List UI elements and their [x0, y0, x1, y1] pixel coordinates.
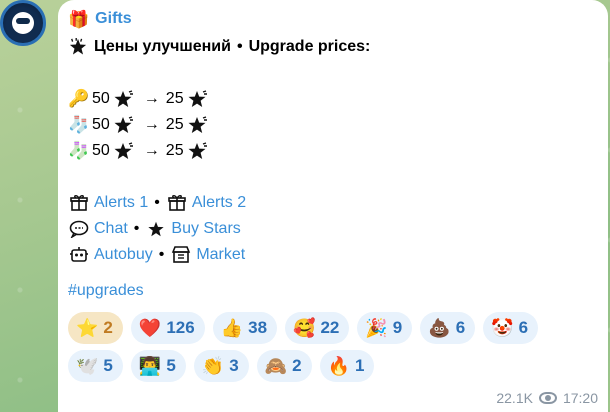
avatar-mascot-icon [12, 12, 34, 34]
price-to: 25 [165, 90, 184, 107]
view-count: 22.1K [496, 390, 533, 406]
reaction-dove[interactable]: 🕊️ 5 [68, 350, 123, 382]
reactions-bar: ⭐ 2 ❤️ 126 👍 38 🥰 22 🎉 9 💩 6 🤡 6 🕊️ [68, 312, 568, 382]
reaction-count: 126 [166, 318, 195, 337]
market-stall-icon [170, 245, 192, 265]
star-icon: ⭐ [76, 318, 99, 338]
dove-icon: 🕊️ [76, 356, 99, 376]
heart-icon: ❤️ [138, 318, 162, 338]
message-bubble: 🎁 Gifts Цены улучшений • Upgrade prices:… [58, 0, 608, 412]
star-icon [188, 90, 208, 108]
fire-icon: 🔥 [327, 356, 350, 376]
reaction-count: 2 [103, 318, 113, 337]
message-sender[interactable]: 🎁 Gifts [68, 8, 598, 30]
socks-icon: 🧦 [68, 115, 90, 134]
star-icon [188, 142, 208, 160]
hashtag-link[interactable]: #upgrades [68, 278, 598, 304]
star-icon [188, 116, 208, 134]
reaction-star[interactable]: ⭐ 2 [68, 312, 123, 344]
clown-icon: 🤡 [491, 318, 514, 338]
headline-separator: • [236, 38, 243, 55]
alerts2-link[interactable]: Alerts 2 [192, 194, 246, 212]
reaction-count: 5 [103, 356, 113, 375]
sparkle-star-icon [68, 37, 88, 57]
party-popper-icon: 🎉 [365, 318, 388, 338]
reaction-heart[interactable]: ❤️ 126 [130, 312, 205, 344]
reaction-fire[interactable]: 🔥 1 [319, 350, 375, 382]
star-icon [114, 142, 134, 160]
poop-icon: 💩 [428, 318, 451, 338]
clapping-icon: 👏 [201, 356, 225, 376]
arrow: → [143, 142, 160, 159]
headline-ru: Цены улучшений [94, 38, 231, 55]
sock-pink-icon: 🧦 [68, 141, 90, 160]
smiling-hearts-icon: 🥰 [293, 318, 316, 338]
headline-en: Upgrade prices: [248, 38, 371, 55]
thumbs-up-icon: 👍 [220, 318, 244, 338]
technologist-icon: 👨‍💻 [138, 356, 162, 376]
star-icon [114, 116, 134, 134]
arrow: → [143, 116, 160, 133]
gift-box-icon [166, 193, 188, 213]
reaction-count: 9 [392, 318, 403, 337]
robot-icon [68, 245, 90, 265]
eye-icon [538, 392, 557, 404]
link-separator: • [133, 220, 140, 237]
link-separator: • [154, 194, 160, 211]
chat-bubble-icon [68, 219, 90, 239]
reaction-count: 1 [354, 356, 365, 375]
channel-avatar[interactable] [0, 0, 46, 46]
price-row: 🧦 50 → 25 [68, 112, 598, 138]
links-row-alerts: Alerts 1 • Alerts 2 [68, 190, 598, 216]
reaction-count: 5 [166, 356, 176, 375]
reaction-smiling-hearts[interactable]: 🥰 22 [285, 312, 350, 344]
link-separator: • [158, 246, 165, 263]
price-from: 50 [92, 116, 110, 133]
sparkle-star-icon [145, 219, 167, 239]
star-icon [114, 90, 134, 108]
reaction-count: 22 [320, 318, 340, 337]
gift-icon: 🎁 [68, 9, 90, 29]
price-to: 25 [165, 142, 184, 159]
price-row: 🧦 50 → 25 [68, 138, 598, 164]
price-from: 50 [92, 142, 110, 159]
reaction-count: 2 [292, 356, 302, 375]
autobuy-link[interactable]: Autobuy [94, 246, 153, 264]
reaction-count: 6 [518, 318, 529, 337]
price-to: 25 [165, 116, 184, 133]
reaction-count: 38 [248, 318, 268, 337]
reaction-technologist[interactable]: 👨‍💻 5 [130, 350, 186, 382]
reaction-count: 3 [229, 356, 239, 375]
reaction-party-popper[interactable]: 🎉 9 [357, 312, 413, 344]
reaction-poop[interactable]: 💩 6 [420, 312, 476, 344]
headline: Цены улучшений • Upgrade prices: [68, 34, 598, 60]
links-row-chat: Chat • Buy Stars [68, 216, 598, 242]
reaction-clown[interactable]: 🤡 6 [483, 312, 539, 344]
alerts1-link[interactable]: Alerts 1 [94, 194, 148, 212]
price-from: 50 [92, 90, 110, 107]
market-link[interactable]: Market [196, 246, 245, 264]
sender-name[interactable]: Gifts [95, 10, 131, 28]
gift-box-icon [68, 193, 90, 213]
key-icon: 🔑 [68, 89, 90, 108]
buy-stars-link[interactable]: Buy Stars [171, 220, 240, 238]
message-time: 17:20 [562, 390, 598, 406]
see-no-evil-icon: 🙈 [264, 356, 288, 376]
arrow: → [143, 90, 160, 107]
price-row: 🔑 50 → 25 [68, 86, 598, 112]
reaction-thumbs-up[interactable]: 👍 38 [212, 312, 278, 344]
reaction-clapping[interactable]: 👏 3 [193, 350, 249, 382]
chat-link[interactable]: Chat [94, 220, 128, 238]
reaction-see-no-evil[interactable]: 🙈 2 [256, 350, 312, 382]
links-row-autobuy: Autobuy • Market [68, 242, 598, 268]
reaction-count: 6 [455, 318, 466, 337]
message-meta: 22.1K 17:20 [496, 390, 598, 406]
